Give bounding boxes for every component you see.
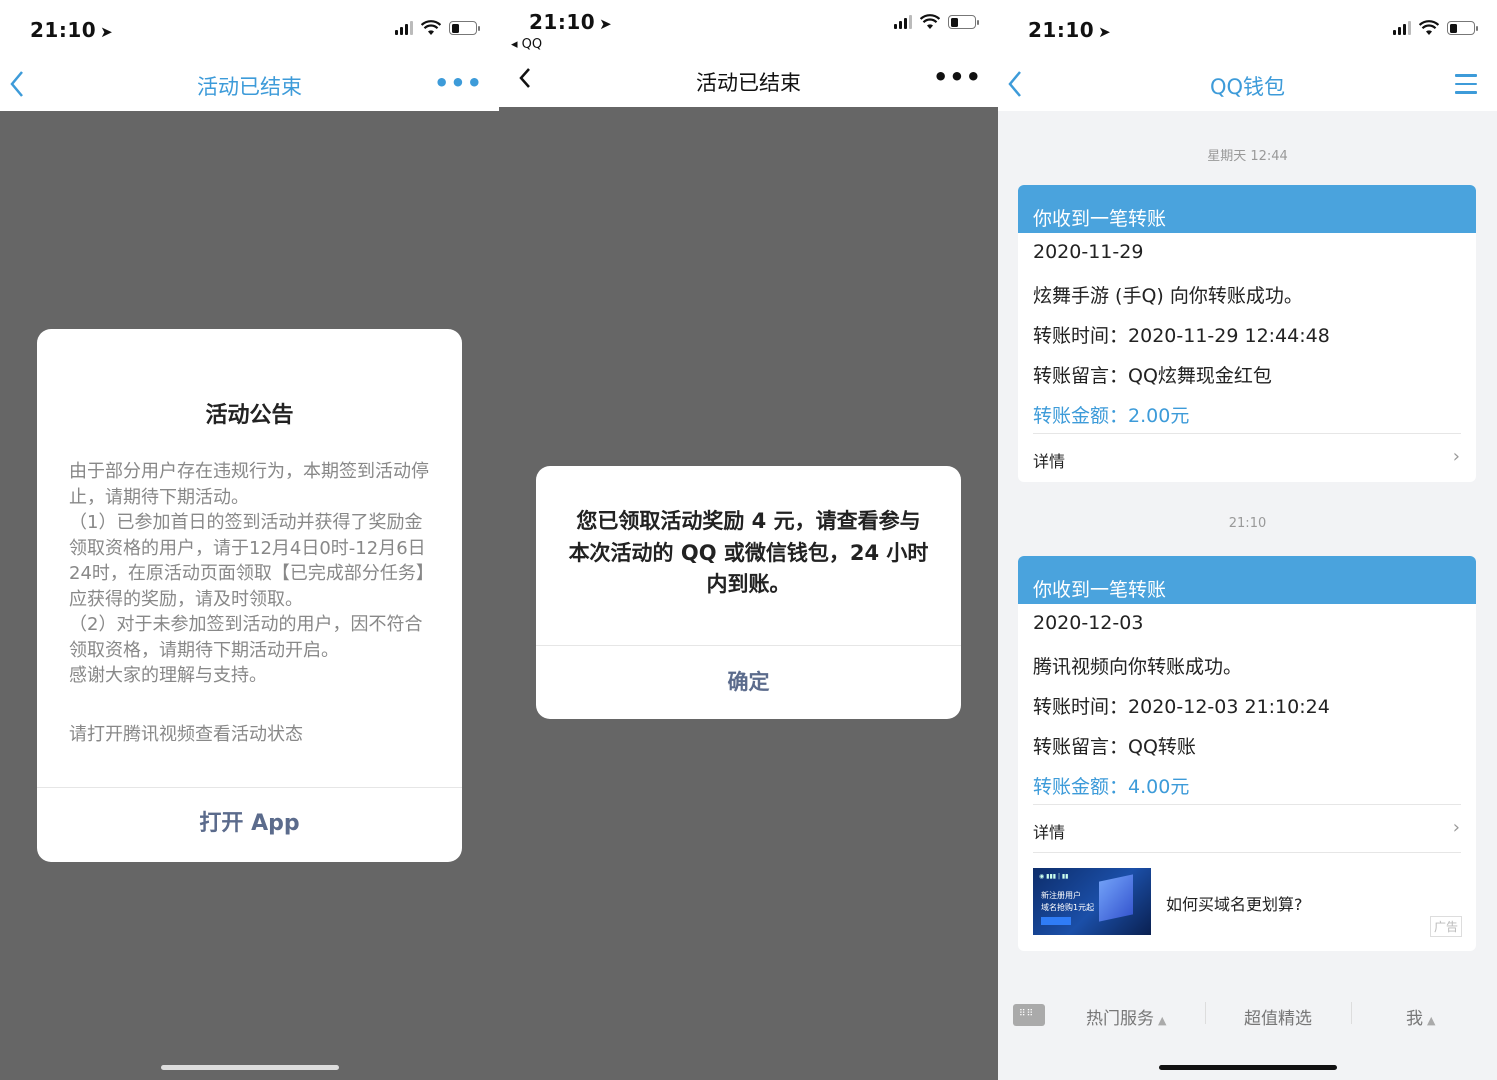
status-time: 21:10 ➤ — [529, 10, 613, 34]
screen-qq-wallet: 21:10 ➤ QQ钱包 星期天 12:44 你收到一笔转账 2020-11-29… — [998, 0, 1497, 1080]
home-indicator[interactable] — [1158, 1065, 1337, 1070]
open-app-button[interactable]: 打开 App — [37, 787, 462, 862]
page-title: QQ钱包 — [1209, 75, 1286, 99]
divider — [1033, 852, 1461, 853]
dialog-paragraph: （2）对于未参加签到活动的用户，因不符合领取资格，请期待下期活动开启。 — [69, 614, 423, 661]
tab-me[interactable]: 我 ▲ — [1406, 1004, 1435, 1029]
location-arrow-icon: ➤ — [1098, 23, 1112, 41]
location-arrow-icon: ➤ — [100, 23, 114, 41]
tab-hot-services[interactable]: 热门服务 ▲ — [1086, 1004, 1166, 1029]
more-options-icon[interactable]: ••• — [933, 63, 982, 91]
tab-best-picks[interactable]: 超值精选 — [1244, 1004, 1312, 1029]
battery-icon — [1447, 21, 1478, 35]
ad-image-text: 域名抢购1元起 — [1041, 903, 1095, 912]
message-timestamp: 星期天 12:44 — [1207, 149, 1288, 164]
announcement-dialog: 活动公告 由于部分用户存在违规行为，本期签到活动停止，请期待下期活动。 （1）已… — [37, 329, 462, 862]
cellular-signal-icon — [395, 21, 413, 35]
divider — [1033, 433, 1461, 434]
status-time: 21:10 ➤ — [30, 18, 114, 42]
dialog-message: 您已领取活动奖励 4 元，请查看参与本次活动的 QQ 或微信钱包，24 小时内到… — [568, 509, 929, 596]
bottom-menu-bar: ⠿⠿ 热门服务 ▲ 超值精选 我 ▲ — [998, 990, 1497, 1038]
ad-image[interactable]: ◉ ▮▮▮ | ▮▮ 新注册用户 域名抢购1元起 — [1033, 868, 1151, 935]
navigation-bar: QQ钱包 — [998, 57, 1497, 111]
confirm-button[interactable]: 确定 — [536, 645, 961, 719]
transfer-card[interactable]: 你收到一笔转账 2020-12-03 腾讯视频向你转账成功。 转账时间：2020… — [1018, 556, 1476, 951]
screen-activity-notice: 21:10 ➤ 活动已结束 ••• 活动公告 由于部分用户存在违规行为，本期签到活… — [0, 0, 499, 1080]
wifi-icon — [920, 14, 940, 29]
transfer-amount: 转账金额：4.00元 — [1033, 776, 1190, 798]
more-options-icon[interactable]: ••• — [434, 69, 483, 97]
chevron-right-icon: › — [1452, 446, 1460, 467]
status-bar: 21:10 ➤ — [499, 0, 998, 56]
screen-reward-claimed: 21:10 ➤ ◂ QQ 活动已结束 ••• 您已领取活动奖励 4 元，请查看参与… — [499, 0, 998, 1080]
back-to-app-link[interactable]: ◂ QQ — [511, 37, 542, 52]
battery-icon — [948, 15, 979, 29]
dialog-paragraph: （1）已参加首日的签到活动并获得了奖励金领取资格的用户，请于12月4日0时-12… — [69, 512, 434, 610]
transfer-description: 腾讯视频向你转账成功。 — [1033, 656, 1243, 678]
wifi-icon — [1419, 20, 1439, 35]
wifi-icon — [421, 20, 441, 35]
cellular-signal-icon — [894, 15, 912, 29]
ad-image-button — [1041, 917, 1071, 925]
menu-icon[interactable] — [1455, 74, 1477, 100]
navigation-bar: 活动已结束 ••• — [0, 57, 499, 111]
caret-up-icon: ▲ — [1427, 1014, 1436, 1027]
page-title: 活动已结束 — [197, 75, 302, 99]
page-title: 活动已结束 — [696, 71, 801, 95]
dialog-paragraph: 由于部分用户存在违规行为，本期签到活动停止，请期待下期活动。 — [69, 461, 429, 508]
transfer-time: 转账时间：2020-11-29 12:44:48 — [1033, 325, 1330, 347]
ad-image-text: 新注册用户 — [1041, 891, 1081, 900]
dialog-paragraph: 感谢大家的理解与支持。 — [69, 665, 267, 686]
status-bar: 21:10 ➤ — [998, 0, 1497, 56]
transfer-time: 转账时间：2020-12-03 21:10:24 — [1033, 696, 1330, 718]
card-header: 你收到一笔转账 — [1018, 185, 1476, 233]
dialog-body: 由于部分用户存在违规行为，本期签到活动停止，请期待下期活动。 （1）已参加首日的… — [69, 459, 434, 689]
chevron-right-icon: › — [1452, 817, 1460, 838]
transfer-date: 2020-11-29 — [1033, 241, 1144, 263]
home-indicator[interactable] — [160, 1065, 339, 1070]
details-link[interactable]: 详情 — [1033, 448, 1065, 472]
transfer-message: 转账留言：QQ炫舞现金红包 — [1033, 365, 1272, 387]
card-header: 你收到一笔转账 — [1018, 556, 1476, 604]
battery-icon — [449, 21, 480, 35]
message-timestamp: 21:10 — [1228, 516, 1267, 531]
caret-up-icon: ▲ — [1158, 1014, 1167, 1027]
transfer-amount: 转账金额：2.00元 — [1033, 405, 1190, 427]
status-time: 21:10 ➤ — [1028, 18, 1112, 42]
transfer-card[interactable]: 你收到一笔转账 2020-11-29 炫舞手游 (手Q) 向你转账成功。 转账时… — [1018, 185, 1476, 482]
divider — [1205, 1002, 1206, 1024]
transfer-description: 炫舞手游 (手Q) 向你转账成功。 — [1033, 285, 1303, 307]
ad-logo: ◉ ▮▮▮ | ▮▮ — [1039, 873, 1069, 880]
ad-graphic — [1099, 874, 1133, 922]
dialog-title: 活动公告 — [205, 403, 294, 428]
keyboard-icon[interactable]: ⠿⠿ — [1013, 1004, 1045, 1026]
transfer-message: 转账留言：QQ转账 — [1033, 736, 1196, 758]
details-link[interactable]: 详情 — [1033, 819, 1065, 843]
location-arrow-icon: ➤ — [599, 15, 613, 33]
ad-badge: 广告 — [1429, 916, 1462, 937]
ad-headline[interactable]: 如何买域名更划算? — [1166, 891, 1303, 915]
status-bar: 21:10 ➤ — [0, 0, 499, 56]
divider — [1351, 1002, 1352, 1024]
reward-dialog: 您已领取活动奖励 4 元，请查看参与本次活动的 QQ 或微信钱包，24 小时内到… — [536, 466, 961, 719]
cellular-signal-icon — [1393, 21, 1411, 35]
transfer-date: 2020-12-03 — [1033, 612, 1144, 634]
dialog-note: 请打开腾讯视频查看活动状态 — [69, 724, 303, 745]
divider — [1033, 804, 1461, 805]
navigation-bar: 活动已结束 ••• — [499, 53, 998, 107]
